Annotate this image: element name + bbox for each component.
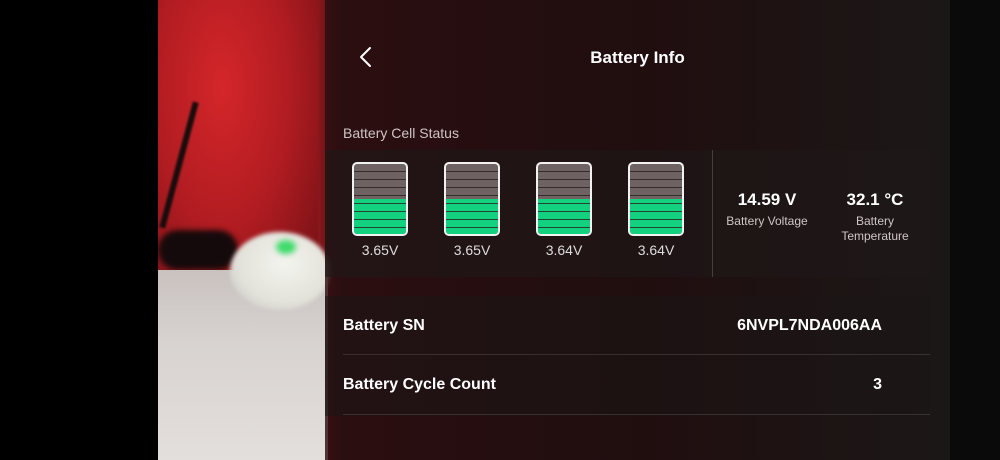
cell-voltage: 3.65V: [361, 242, 399, 258]
left-letterbox: [0, 0, 158, 460]
cell-voltage: 3.64V: [637, 242, 675, 258]
cell-status-label: Battery Cell Status: [343, 125, 459, 141]
battery-voltage-stat: 14.59 V Battery Voltage: [721, 190, 813, 229]
row-divider: [343, 414, 930, 415]
battery-temperature-label: Battery Temperature: [841, 214, 909, 243]
battery-sn-label: Battery SN: [343, 317, 425, 334]
battery-cell-1: 3.65V: [352, 162, 408, 258]
cell-icon: [628, 162, 684, 236]
cell-icon: [536, 162, 592, 236]
page-title: Battery Info: [590, 48, 685, 67]
divider: [712, 150, 713, 277]
header: Battery Info: [325, 30, 950, 86]
battery-cell-3: 3.64V: [536, 162, 592, 258]
battery-cycle-count-label: Battery Cycle Count: [343, 376, 496, 393]
background-headset: [158, 230, 238, 270]
cell-icon: [352, 162, 408, 236]
cell-icon: [444, 162, 500, 236]
cell-list: 3.65V 3.65V 3.64V 3.64V: [325, 150, 713, 277]
battery-sn-row: Battery SN 6NVPL7NDA006AA: [343, 297, 930, 355]
cell-voltage: 3.64V: [545, 242, 583, 258]
battery-sn-value: 6NVPL7NDA006AA: [737, 317, 882, 334]
battery-temperature-value: 32.1 °C: [846, 190, 904, 209]
battery-cycle-count-value: 3: [873, 376, 882, 393]
battery-cycle-count-row: Battery Cycle Count 3: [343, 356, 930, 414]
battery-details-card: Battery SN 6NVPL7NDA006AA Battery Cycle …: [325, 296, 930, 416]
battery-cell-2: 3.65V: [444, 162, 500, 258]
battery-cell-4: 3.64V: [628, 162, 684, 258]
battery-temperature-stat: 32.1 °C Battery Temperature: [833, 190, 917, 244]
cell-status-card: 3.65V 3.65V 3.64V 3.64V 14.59 V Battery …: [325, 150, 930, 277]
right-letterbox: [950, 0, 1000, 460]
battery-voltage-value: 14.59 V: [737, 190, 797, 209]
battery-voltage-label: Battery Voltage: [726, 214, 808, 228]
battery-info-panel: Battery Info Battery Cell Status 3.65V 3…: [325, 0, 950, 460]
row-divider: [343, 354, 930, 355]
cell-voltage: 3.65V: [453, 242, 491, 258]
background-mouse-led: [276, 240, 296, 254]
